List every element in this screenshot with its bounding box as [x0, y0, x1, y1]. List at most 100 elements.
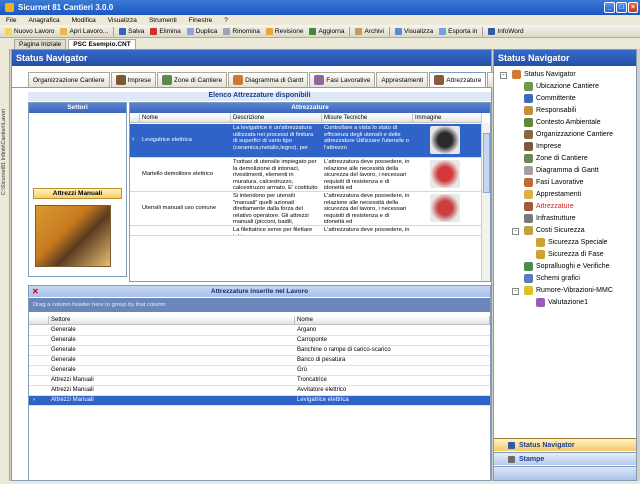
menu-file[interactable]: File — [6, 17, 16, 24]
nav-item-13[interactable]: Costi Sicurezza — [524, 226, 585, 235]
nav-item-1[interactable]: Ubicazione Cantiere — [524, 82, 599, 91]
section-tab-6[interactable]: Attrezzature — [429, 72, 487, 87]
nav-item-0[interactable]: Status Navigator — [512, 70, 576, 79]
toolbar-button-8[interactable]: Archivi — [353, 27, 386, 35]
toolbar-button-1[interactable]: Apri Lavoro... — [58, 27, 110, 35]
inserita-row[interactable]: Generale Carroponte — [29, 336, 490, 346]
toolbar-button-3[interactable]: Elimina — [148, 27, 182, 35]
nav-item-3[interactable]: Responsabili — [524, 106, 576, 115]
nav-item-4[interactable]: Contesto Ambientale — [524, 118, 601, 127]
nav-item-label: Sicurezza Speciale — [548, 239, 608, 246]
inserita-row[interactable]: Generale Grù — [29, 366, 490, 376]
toolbar-button-9[interactable]: Visualizza — [393, 27, 435, 35]
cell-nome: Grù — [297, 367, 308, 373]
attrezzature-scrollbar[interactable] — [481, 123, 490, 281]
section-tab-3[interactable]: Diagramma di Gantt — [228, 72, 309, 87]
group-by-area[interactable]: Drag a column header here to group by th… — [29, 298, 490, 312]
row-indicator-icon: › — [132, 136, 135, 143]
tree-expander[interactable]: - — [512, 288, 519, 295]
attrezzatura-row[interactable]: › Levigatrice elettrica La levigatrice è u… — [130, 124, 482, 158]
toolbar-button-7[interactable]: Aggiorna — [307, 27, 346, 35]
toolbar-button-2[interactable]: Salva — [117, 27, 146, 35]
col-nome[interactable]: Nome — [140, 114, 231, 123]
environment-icon — [524, 118, 533, 127]
cell-settore: Attrezzi Manuali — [51, 397, 94, 403]
toolbar-separator — [388, 26, 390, 36]
nav-item-6[interactable]: Imprese — [524, 142, 561, 151]
section-tab-0[interactable]: Organizzazione Cantiere — [28, 72, 110, 87]
cell-settore: Generale — [51, 367, 76, 373]
tree-expander[interactable]: - — [500, 72, 507, 79]
toolbar-button-label: Apri Lavoro... — [69, 27, 109, 35]
col-immagine[interactable]: Immagine — [413, 114, 482, 123]
tab-pagina-iniziale[interactable]: Pagina Iniziale — [14, 39, 67, 49]
nav-item-10[interactable]: Apprestamenti — [524, 190, 581, 199]
side-path-strip[interactable]: C:\Sicurnet81 Infiniti\Cantieri\Lavori — [0, 49, 10, 484]
toolbar-button-5[interactable]: Rinomina — [221, 27, 261, 35]
col-settore[interactable]: Settore — [49, 316, 295, 325]
settore-attrezzi-manuali[interactable]: Attrezzi Manuali — [33, 188, 122, 199]
scrollbar-thumb[interactable] — [483, 133, 490, 193]
section-tab-4[interactable]: Fasi Lavorative — [309, 72, 376, 87]
menu-help[interactable]: ? — [224, 17, 228, 24]
attrezzatura-row[interactable]: Utensili manuali uso comune Si intendono … — [130, 192, 482, 226]
inserita-row[interactable]: Generale Argano — [29, 326, 490, 336]
toolbar-separator — [349, 26, 351, 36]
inserita-row[interactable]: Attrezzi Manuali Troncatrice — [29, 376, 490, 386]
status-navigator-button[interactable]: Status Navigator — [494, 438, 636, 451]
attrezzatura-row[interactable]: La filettatrice serve per filettare tubi… — [130, 226, 482, 236]
inserita-row[interactable]: Generale Banco di pesatura — [29, 356, 490, 366]
side-path-label: C:\Sicurnet81 Infiniti\Cantieri\Lavori — [1, 109, 7, 196]
attrezzatura-row[interactable]: Martello demolitore elettrico Trattasi di… — [130, 158, 482, 192]
nav-item-19[interactable]: Valutazione1 — [536, 298, 588, 307]
nav-item-15[interactable]: Sicurezza di Fase — [536, 250, 604, 259]
section-tab-1[interactable]: Imprese — [110, 72, 157, 87]
tab-psc-esempio[interactable]: PSC Esempio.CNT — [68, 39, 136, 49]
menu-strumenti[interactable]: Strumenti — [149, 17, 177, 24]
maximize-button[interactable]: □ — [616, 2, 627, 13]
col-misure-tecniche[interactable]: Misure Tecniche — [322, 114, 413, 123]
inserite-panel: Attrezzature inserite nel Lavoro ✕ Drag … — [28, 285, 491, 481]
toolbar-button-0[interactable]: Nuovo Lavoro — [3, 27, 56, 35]
nav-item-12[interactable]: Infrastrutture — [524, 214, 576, 223]
nav-item-7[interactable]: Zone di Cantiere — [524, 154, 588, 163]
cell-misure: L'attrezzatura deve possedere, in relazi… — [324, 159, 410, 191]
inserita-row[interactable]: Attrezzi Manuali Avvitatore elettrico — [29, 386, 490, 396]
attrezzature-header: Attrezzature — [130, 103, 490, 113]
inserita-row[interactable]: Generale Banchine o rampe di carico-scari… — [29, 346, 490, 356]
menu-anagrafica[interactable]: Anagrafica — [28, 17, 59, 24]
nav-item-18[interactable]: Rumore-Vibrazioni-MMC — [524, 286, 613, 295]
toolbar-button-4[interactable]: Duplica — [185, 27, 220, 35]
navigator-bottom-bar[interactable] — [494, 466, 636, 480]
nav-item-14[interactable]: Sicurezza Speciale — [536, 238, 608, 247]
toolbar-button-6[interactable]: Revisione — [264, 27, 306, 35]
cell-settore: Generale — [51, 357, 76, 363]
inserita-row[interactable]: › Attrezzi Manuali Levigatrice elettrica — [29, 396, 490, 406]
menu-visualizza[interactable]: Visualizza — [108, 17, 137, 24]
nav-item-11[interactable]: Attrezzature — [524, 202, 574, 211]
close-button[interactable]: × — [628, 2, 638, 13]
menu-modifica[interactable]: Modifica — [72, 17, 96, 24]
nav-item-9[interactable]: Fasi Lavorative — [524, 178, 583, 187]
nav-item-17[interactable]: Schemi grafici — [524, 274, 580, 283]
open-folder-icon — [60, 27, 68, 35]
remove-icon[interactable]: ✕ — [32, 287, 41, 296]
col-nome[interactable]: Nome — [295, 316, 490, 325]
schema-icon — [524, 274, 533, 283]
phases-icon — [524, 178, 533, 187]
menu-finestre[interactable]: Finestre — [189, 17, 212, 24]
attrezzature-grid: Attrezzature Nome Descrizione Misure Tec… — [129, 102, 491, 282]
tree-expander[interactable]: - — [512, 228, 519, 235]
stampe-button[interactable]: Stampe — [494, 452, 636, 465]
nav-item-2[interactable]: Committente — [524, 94, 576, 103]
nav-item-16[interactable]: Sopralluoghi e Verifiche — [524, 262, 610, 271]
toolbar-button-11[interactable]: InfoWord — [486, 27, 525, 35]
nav-item-5[interactable]: Organizzazione Cantiere — [524, 130, 613, 139]
toolbar-button-10[interactable]: Esporta in — [437, 27, 479, 35]
section-tab-2[interactable]: Zone di Cantiere — [157, 72, 228, 87]
nav-item-8[interactable]: Diagramma di Gantt — [524, 166, 599, 175]
section-tab-5[interactable]: Apprestamenti — [376, 72, 429, 87]
col-descrizione[interactable]: Descrizione — [231, 114, 322, 123]
minimize-button[interactable]: _ — [604, 2, 615, 13]
export-icon — [439, 27, 447, 35]
